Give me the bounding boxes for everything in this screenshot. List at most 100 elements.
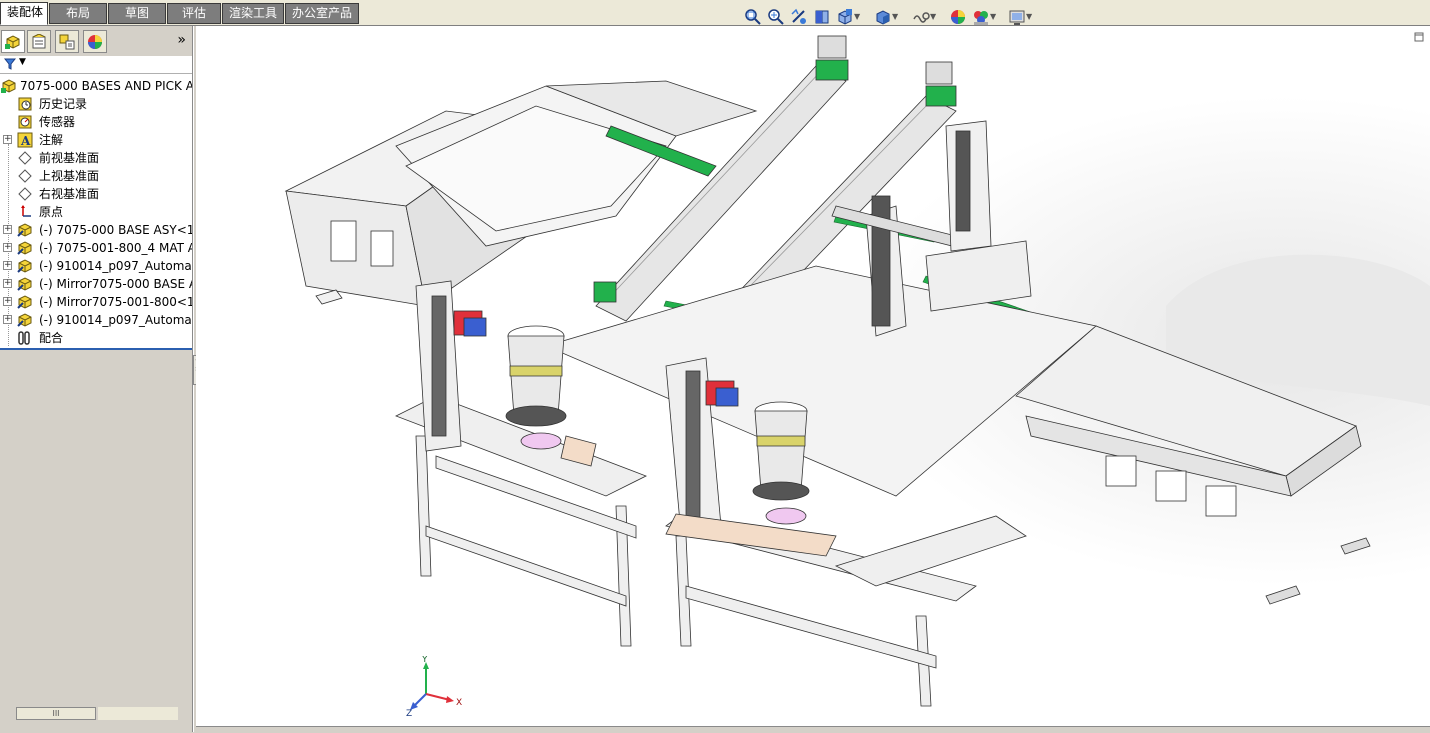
display-style-icon (876, 10, 890, 25)
tree-item-front-plane[interactable]: 前视基准面 (0, 149, 192, 167)
tab-office-products[interactable]: 办公室产品 (285, 3, 359, 24)
expand-toggle[interactable]: + (3, 261, 12, 270)
tab-evaluate[interactable]: 评估 (167, 3, 221, 24)
apply-scene-button[interactable]: ▼ (972, 8, 996, 26)
expand-toggle[interactable]: + (3, 297, 12, 306)
tab-assembly[interactable]: 装配体 (0, 2, 48, 25)
zoom-to-fit-icon (745, 9, 761, 25)
scrollbar-track[interactable] (98, 707, 178, 720)
annotation-icon: A (17, 132, 33, 148)
property-manager-icon (32, 34, 46, 49)
subassembly-icon (17, 277, 32, 291)
filter-icon[interactable] (4, 58, 16, 70)
zoom-area-button[interactable] (767, 8, 785, 26)
panel-horizontal-scrollbar[interactable]: III (1, 704, 192, 728)
property-manager-tab[interactable] (27, 30, 51, 53)
origin-icon (21, 205, 31, 217)
dropdown-arrow-icon[interactable]: ▼ (930, 12, 936, 21)
previous-view-icon (791, 8, 806, 24)
tree-item-label: 配合 (39, 331, 64, 345)
expand-toggle[interactable]: + (3, 243, 12, 252)
display-style-button[interactable]: ▼ (874, 8, 898, 26)
filter-dropdown-icon[interactable]: ▼ (19, 57, 26, 67)
tab-layout[interactable]: 布局 (49, 3, 107, 24)
tree-item-origin[interactable]: 原点 (0, 203, 192, 221)
dropdown-arrow-icon[interactable]: ▼ (1026, 12, 1032, 21)
tree-filter[interactable]: ▼ (0, 56, 192, 74)
tree-item-label: 历史记录 (39, 97, 88, 111)
zoom-to-fit-button[interactable] (744, 8, 762, 26)
configuration-manager-icon (59, 34, 75, 50)
edit-appearance-button[interactable] (949, 8, 967, 26)
configuration-manager-tab[interactable] (55, 30, 79, 53)
tree-item-component[interactable]: + (-) 7075-000 BASE ASY<1> (0, 221, 192, 239)
expand-toggle[interactable]: + (3, 135, 12, 144)
edit-appearance-icon (951, 10, 965, 24)
feature-manager-icon (5, 35, 20, 49)
tree-item-history[interactable]: 历史记录 (0, 95, 192, 113)
tree-item-sensors[interactable]: 传感器 (0, 113, 192, 131)
expand-toggle[interactable]: + (3, 225, 12, 234)
previous-view-button[interactable] (790, 8, 808, 26)
plane-icon (18, 169, 32, 183)
tree-item-component[interactable]: + (-) 910014_p097_Automation<1> (0, 257, 192, 275)
tree-item-label: 原点 (39, 205, 64, 219)
hide-show-items-button[interactable]: ▼ (912, 8, 936, 26)
tree-item-component[interactable]: + (-) Mirror7075-001-800<1> (0, 293, 192, 311)
tree-item-annotations[interactable]: + A 注解 (0, 131, 192, 149)
sensor-icon (18, 115, 32, 129)
tree-item-label: (-) 7075-001-800_4 MAT ASY<1> (39, 241, 192, 255)
tree-item-label: (-) Mirror7075-001-800<1> (39, 295, 192, 309)
expand-panel-button[interactable]: » (177, 32, 186, 48)
tree-root-label: 7075-000 BASES AND PICK AND PLACE (20, 79, 192, 93)
tree-item-label: 传感器 (39, 115, 76, 129)
feature-manager-tab[interactable] (1, 30, 25, 53)
view-settings-icon (1009, 10, 1025, 25)
tree-root-assembly[interactable]: 7075-000 BASES AND PICK AND PLACE (0, 77, 192, 95)
tree-item-label: (-) 7075-000 BASE ASY<1> (39, 223, 192, 237)
tree-item-component[interactable]: + (-) 7075-001-800_4 MAT ASY<1> (0, 239, 192, 257)
reference-triad: Y X Z (406, 655, 466, 719)
tree-item-label: 右视基准面 (39, 187, 100, 201)
pick-head-left (453, 310, 487, 337)
svg-text:A: A (20, 134, 31, 148)
viewport-maximize-icon[interactable] (1414, 32, 1424, 42)
subassembly-icon (17, 259, 32, 273)
tab-render-tools[interactable]: 渲染工具 (222, 3, 284, 24)
tree-item-component[interactable]: + (-) 910014_p097_Automation<2> (0, 311, 192, 329)
dropdown-arrow-icon[interactable]: ▼ (854, 12, 860, 21)
tree-item-mates[interactable]: 配合 (0, 329, 192, 347)
dropdown-arrow-icon[interactable]: ▼ (892, 12, 898, 21)
triad-x-label: X (456, 698, 462, 708)
tree-item-label: (-) Mirror7075-000 BASE ASY<1> (39, 277, 192, 291)
scrollbar-thumb[interactable]: III (16, 707, 96, 720)
apply-scene-icon (974, 11, 988, 25)
pick-head-right (705, 380, 739, 407)
tree-item-component[interactable]: + (-) Mirror7075-000 BASE ASY<1> (0, 275, 192, 293)
triad-y-label: Y (421, 656, 428, 665)
feature-manager-panel: » ▼ 7075-000 BASES AND PICK AND PLACE 历史… (0, 26, 193, 732)
expand-toggle[interactable]: + (3, 315, 12, 324)
expand-toggle[interactable]: + (3, 279, 12, 288)
mates-icon (18, 331, 30, 345)
hide-show-icon (913, 12, 930, 23)
graphics-viewport[interactable]: Y X Z (196, 26, 1430, 726)
view-orientation-button[interactable]: ▼ (836, 8, 860, 26)
section-view-button[interactable] (813, 8, 831, 26)
assembly-model[interactable] (196, 26, 1430, 726)
subassembly-icon (17, 241, 32, 255)
display-manager-tab[interactable] (83, 30, 107, 53)
command-manager-tabs: 装配体 布局 草图 评估 渲染工具 办公室产品 (0, 0, 1430, 26)
panel-empty-area (0, 350, 192, 732)
tree-item-right-plane[interactable]: 右视基准面 (0, 185, 192, 203)
subassembly-icon (17, 313, 32, 327)
display-manager-icon (88, 35, 102, 49)
panel-tabs: » (0, 26, 192, 57)
history-icon (18, 97, 32, 111)
dropdown-arrow-icon[interactable]: ▼ (990, 12, 996, 21)
tab-sketch[interactable]: 草图 (108, 3, 166, 24)
view-settings-button[interactable]: ▼ (1008, 8, 1032, 26)
tree-item-top-plane[interactable]: 上视基准面 (0, 167, 192, 185)
section-view-icon (815, 10, 829, 24)
tree-item-label: (-) 910014_p097_Automation<1> (39, 259, 192, 273)
